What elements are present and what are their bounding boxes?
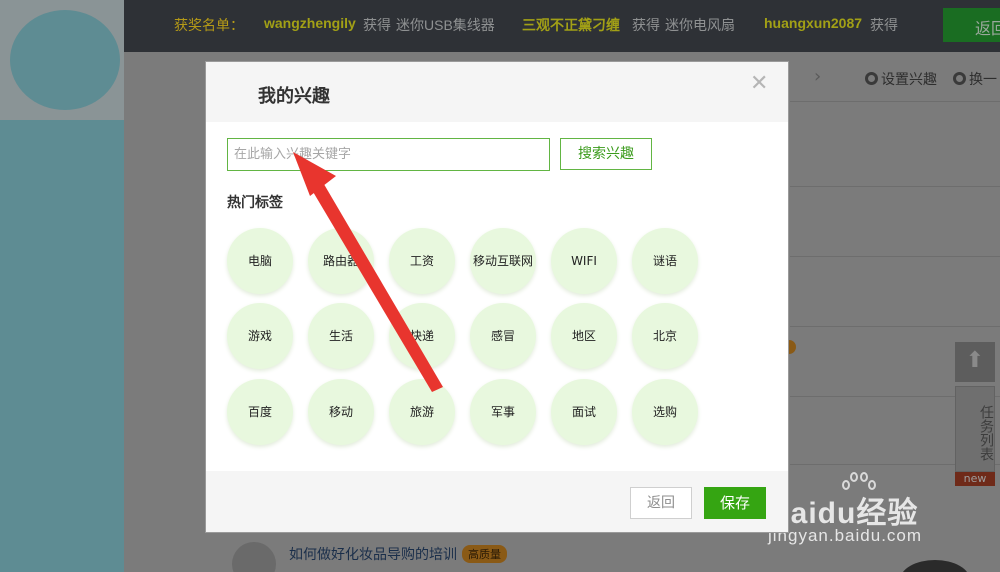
close-icon[interactable]: ✕ (750, 73, 770, 95)
settings-interest-label: 设置兴趣 (881, 71, 937, 87)
save-button[interactable]: 保存 (704, 487, 766, 519)
tag-item[interactable]: WIFI (551, 228, 617, 294)
interest-search-input[interactable] (227, 138, 550, 171)
tag-item[interactable]: 面试 (551, 379, 617, 445)
divider (790, 101, 1000, 102)
modal-footer: 返回 保存 (206, 471, 788, 532)
tag-item[interactable]: 移动互联网 (470, 228, 536, 294)
tag-item[interactable]: 谜语 (632, 228, 698, 294)
winner-prize-1: 迷你USB集线器 (396, 17, 495, 33)
modal-title: 我的兴趣 (258, 86, 330, 107)
divider (790, 326, 1000, 327)
new-badge: new (955, 472, 995, 486)
tag-item[interactable]: 感冒 (470, 303, 536, 369)
chevron-right-icon[interactable]: › (814, 66, 821, 87)
tag-item[interactable]: 生活 (308, 303, 374, 369)
tag-item[interactable]: 电脑 (227, 228, 293, 294)
back-button[interactable]: 返回 (630, 487, 692, 519)
top-back-button[interactable]: 返回 (943, 8, 1000, 42)
tag-item[interactable]: 移动 (308, 379, 374, 445)
gear-icon (865, 72, 878, 85)
tag-item[interactable]: 快递 (389, 303, 455, 369)
search-interest-button[interactable]: 搜索兴趣 (560, 138, 652, 170)
background-left-panel (0, 0, 124, 572)
winner-user-3[interactable]: huangxun2087 (764, 15, 862, 31)
winner-user-2[interactable]: 三观不正黛刁缠 (522, 15, 620, 35)
refresh-link[interactable]: 换一 (953, 69, 997, 89)
baidu-jingyan-watermark: Baidu经验 jingyan.baidu.com (768, 470, 948, 550)
divider (790, 256, 1000, 257)
winner-user-1[interactable]: wangzhengily (264, 15, 356, 31)
winner-got-3: 获得 (870, 17, 898, 33)
tag-item[interactable]: 百度 (227, 379, 293, 445)
task-list-label: 任务列表 (978, 405, 994, 461)
tag-item[interactable]: 路由器 (308, 228, 374, 294)
task-list-button[interactable]: 任务列表 (955, 386, 995, 472)
tag-item[interactable]: 军事 (470, 379, 536, 445)
watermark-url: jingyan.baidu.com (768, 526, 923, 545)
divider (790, 186, 1000, 187)
modal-header: 我的兴趣 ✕ (206, 62, 788, 122)
refresh-label: 换一 (969, 71, 997, 87)
refresh-icon (953, 72, 966, 85)
tag-item[interactable]: 旅游 (389, 379, 455, 445)
tag-item[interactable]: 游戏 (227, 303, 293, 369)
interest-modal: 我的兴趣 ✕ 搜索兴趣 热门标签 电脑 路由器 工资 移动互联网 WIFI 谜语… (206, 62, 788, 532)
winner-got-1: 获得 (363, 17, 391, 33)
winner-prize-2: 迷你电风扇 (665, 17, 735, 33)
tag-item[interactable]: 北京 (632, 303, 698, 369)
cloud-decoration (0, 0, 124, 120)
tag-item[interactable]: 选购 (632, 379, 698, 445)
winners-label: 获奖名单： (174, 17, 244, 33)
tag-item[interactable]: 地区 (551, 303, 617, 369)
settings-interest-link[interactable]: 设置兴趣 (865, 69, 937, 89)
winners-bar: 获奖名单： wangzhengily 获得 迷你USB集线器 三观不正黛刁缠 获… (124, 0, 1000, 52)
tag-item[interactable]: 工资 (389, 228, 455, 294)
article-title-link[interactable]: 如何做好化妆品导购的培训 (289, 544, 457, 564)
winner-got-2: 获得 (632, 17, 660, 33)
hot-tags-heading: 热门标签 (227, 195, 283, 211)
scroll-top-button[interactable]: ⬆ (955, 342, 995, 382)
quality-badge: 高质量 (462, 545, 507, 563)
